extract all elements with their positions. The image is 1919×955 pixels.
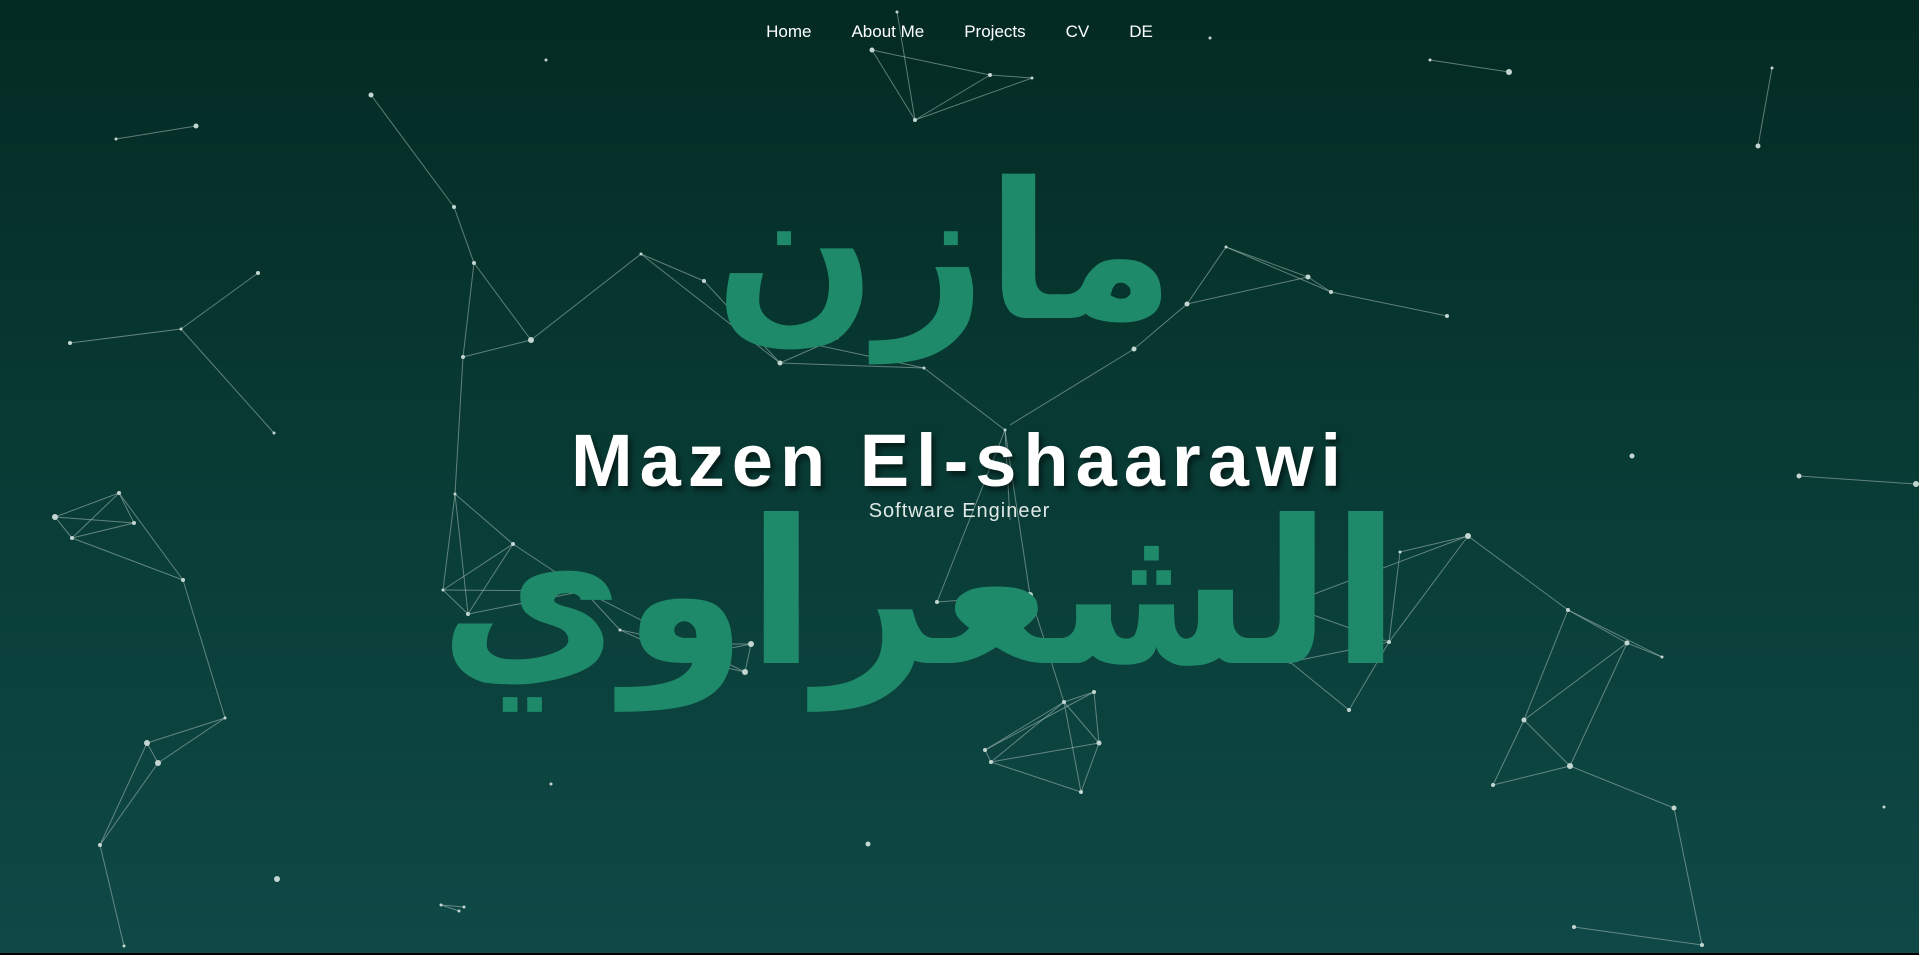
hero-subtitle: Software Engineer (868, 500, 1051, 522)
nav-language-toggle-link[interactable]: DE (1109, 20, 1173, 44)
arabic-first-name-calligraphy: مازن (714, 142, 1175, 363)
nav-home-link[interactable]: Home (746, 20, 831, 44)
main-nav: Home About Me Projects CV DE (0, 20, 1919, 44)
nav-cv-link[interactable]: CV (1046, 20, 1110, 44)
nav-about-me-link[interactable]: About Me (831, 20, 944, 44)
nav-projects-link[interactable]: Projects (944, 20, 1045, 44)
hero-name: Mazen El-shaarawi (570, 419, 1348, 502)
